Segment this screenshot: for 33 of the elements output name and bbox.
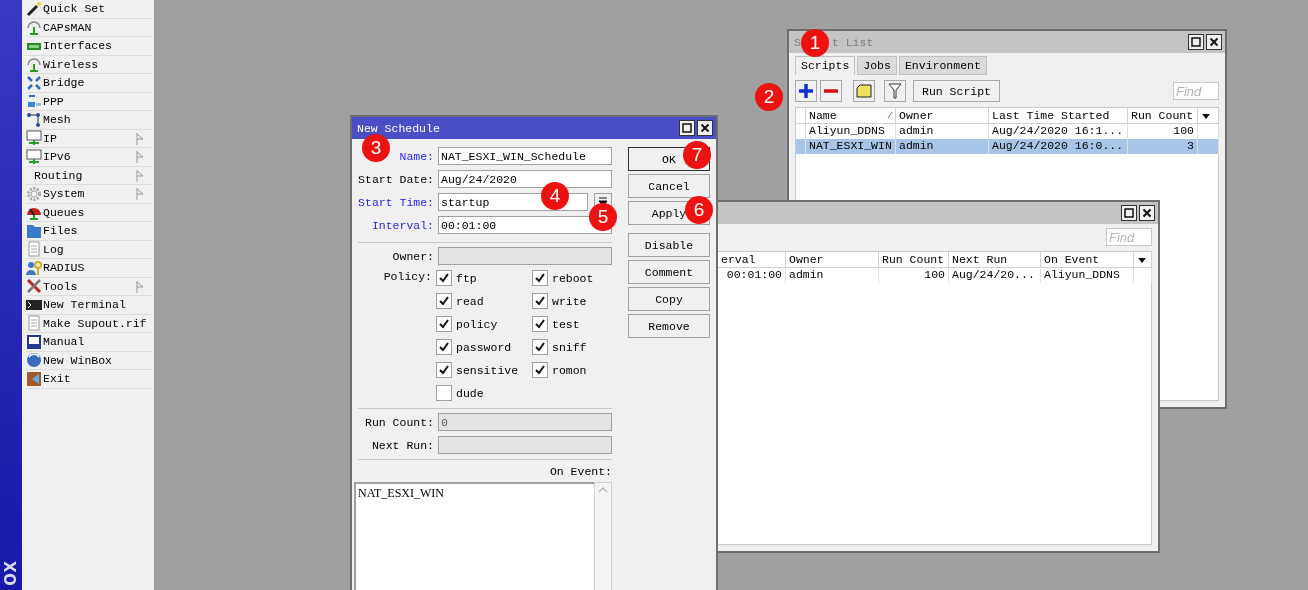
- checkbox-label: write: [552, 294, 587, 308]
- window-title: S: [794, 35, 801, 49]
- checkbox-label: test: [552, 317, 580, 331]
- field-label: On Event:: [548, 465, 612, 478]
- brand-text: OX: [2, 560, 20, 586]
- checkbox-label: romon: [552, 363, 587, 377]
- table-cell: admin: [896, 139, 989, 154]
- window-title: t List: [831, 35, 874, 49]
- checkbox-label: sensitive: [456, 363, 519, 377]
- table-cell: Aug/24/20...: [949, 268, 1041, 283]
- field-label: Policy:: [382, 270, 432, 285]
- field-label: Owner:: [391, 249, 434, 263]
- checkbox-label: dude: [456, 386, 484, 400]
- checkbox-label: reboot: [552, 271, 594, 285]
- checkbox-label: ftp: [456, 271, 477, 285]
- field-label: Start Date:: [358, 172, 434, 186]
- field-label: Start Time:: [358, 195, 434, 209]
- table-cell: Aug/24/2020 16:0...: [989, 139, 1128, 154]
- table-cell: admin: [786, 268, 879, 283]
- field-label: Next Run:: [370, 438, 434, 452]
- window-title: New Schedule: [357, 121, 440, 135]
- table-cell: 3: [1128, 139, 1198, 154]
- field-label: Interval:: [370, 218, 434, 232]
- checkbox-label: sniff: [552, 340, 587, 354]
- field-label: Name:: [398, 149, 434, 163]
- checkbox-label: read: [456, 294, 484, 308]
- step-number-tooltip: 2: [755, 83, 783, 111]
- field-label: Run Count:: [364, 415, 434, 429]
- table-cell: 100: [879, 268, 949, 283]
- checkbox-label: password: [456, 340, 512, 354]
- checkbox-label: policy: [456, 317, 498, 331]
- table-cell: Aliyun_DDNS: [1041, 268, 1134, 283]
- table-cell: NAT_ESXI_WIN: [806, 139, 896, 154]
